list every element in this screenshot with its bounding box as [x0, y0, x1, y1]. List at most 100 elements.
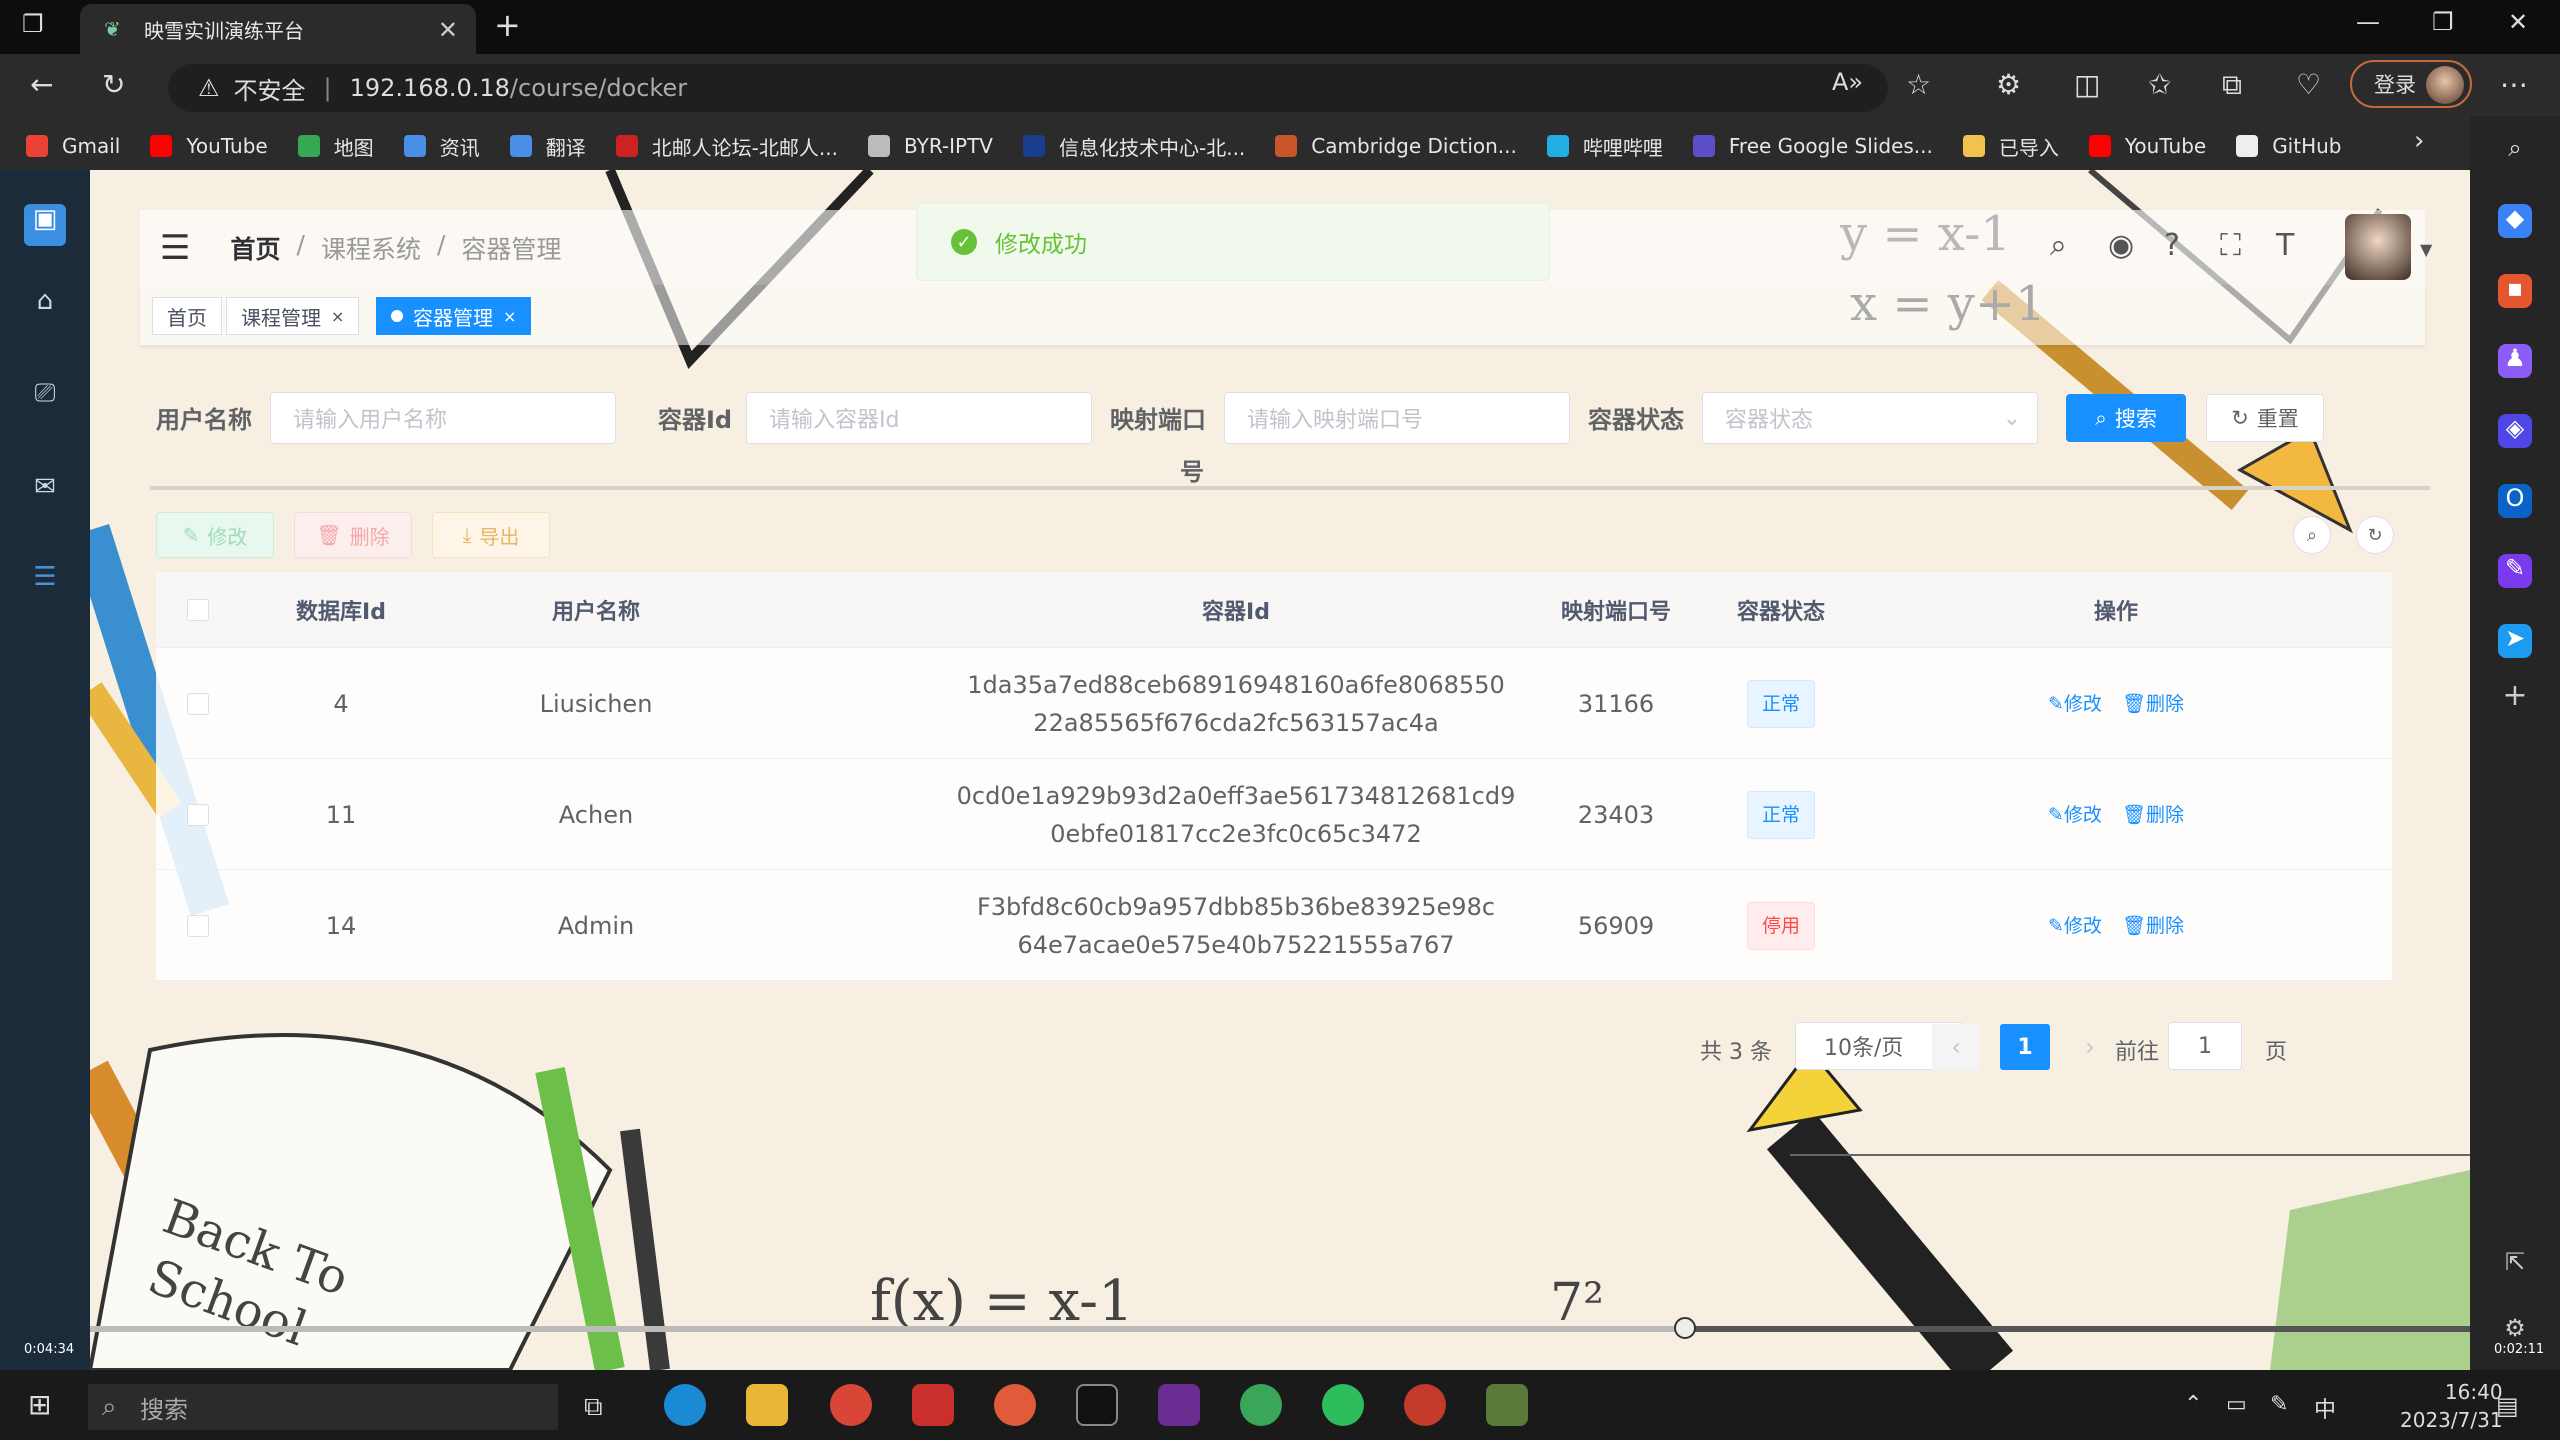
- collections-icon[interactable]: ⧉: [2222, 68, 2242, 102]
- user-avatar[interactable]: [2345, 214, 2411, 280]
- pen-icon[interactable]: ✎: [2270, 1392, 2288, 1417]
- row-delete-link[interactable]: 🗑删除: [2122, 907, 2184, 945]
- tag-container-management[interactable]: 容器管理 ×: [376, 297, 532, 335]
- restore-icon[interactable]: ❐: [2432, 8, 2454, 36]
- bookmark-item[interactable]: Free Google Slides...: [1692, 134, 1933, 158]
- bookmark-item[interactable]: 哔哩哔哩: [1546, 132, 1663, 161]
- browser-tab-active[interactable]: ❦ 映雪实训演练平台 ✕: [80, 4, 476, 54]
- sidebar-search-icon[interactable]: ⌕: [2498, 134, 2532, 168]
- sidebar-toolbox-icon[interactable]: ▪: [2498, 274, 2532, 308]
- bookmarks-overflow-icon[interactable]: ›: [2414, 126, 2424, 156]
- bookmark-item[interactable]: Cambridge Diction...: [1275, 134, 1517, 158]
- sidebar-send-icon[interactable]: ➤: [2498, 624, 2532, 658]
- prev-page-icon[interactable]: ‹: [1932, 1024, 1980, 1070]
- table-row[interactable]: 14 Admin F3bfd8c60cb9a957dbb85b36be83925e9…: [156, 870, 2392, 981]
- tab-actions-icon[interactable]: ❐: [22, 10, 44, 38]
- sidebar-add-icon[interactable]: +: [2498, 678, 2532, 713]
- app-folder-icon[interactable]: [1486, 1384, 1528, 1426]
- bookmark-item[interactable]: 地图: [297, 132, 374, 161]
- sidebar-designer-icon[interactable]: ✎: [2498, 554, 2532, 588]
- taskbar-search-box[interactable]: ⌕ 搜索: [88, 1384, 558, 1430]
- table-row[interactable]: 4 Liusichen 1da35a7ed88ceb68916948160a6fe8…: [156, 648, 2392, 759]
- favorite-star-icon[interactable]: ☆: [1906, 68, 1931, 101]
- select-all-checkbox[interactable]: [176, 572, 220, 648]
- terminal-app-icon[interactable]: [1076, 1384, 1118, 1426]
- bookmark-item[interactable]: Gmail: [26, 134, 120, 158]
- port-input[interactable]: 请输入映射端口号: [1224, 392, 1570, 444]
- monitor-icon[interactable]: ⎚: [24, 378, 66, 420]
- user-name-input[interactable]: 请输入用户名称: [270, 392, 616, 444]
- row-delete-link[interactable]: 🗑删除: [2122, 685, 2184, 723]
- toggle-search-icon[interactable]: ⌕: [2293, 516, 2331, 554]
- fullscreen-icon[interactable]: ⛶: [2220, 228, 2241, 263]
- wechat-app-icon[interactable]: [1322, 1384, 1364, 1426]
- delete-button[interactable]: 🗑 删除: [294, 512, 412, 558]
- font-size-icon[interactable]: T: [2276, 228, 2294, 263]
- read-aloud-icon[interactable]: A»: [1832, 68, 1863, 96]
- chrome-alt-app-icon[interactable]: [1404, 1384, 1446, 1426]
- search-button[interactable]: ⌕ 搜索: [2066, 394, 2186, 442]
- more-menu-icon[interactable]: ⋯: [2500, 68, 2528, 101]
- row-edit-link[interactable]: ✎修改: [2048, 907, 2102, 945]
- mail-icon[interactable]: ✉: [24, 472, 66, 514]
- page-number-current[interactable]: 1: [2000, 1024, 2050, 1070]
- bookmark-item[interactable]: YouTube: [2088, 134, 2206, 158]
- row-checkbox[interactable]: [176, 870, 220, 981]
- reset-button[interactable]: ↻ 重置: [2206, 394, 2324, 442]
- chrome-app-icon[interactable]: [830, 1384, 872, 1426]
- ime-indicator[interactable]: 中: [2314, 1392, 2336, 1424]
- browser-essentials-icon[interactable]: ♡: [2296, 68, 2321, 101]
- goto-page-input[interactable]: 1: [2168, 1022, 2242, 1070]
- header-search-icon[interactable]: ⌕: [2050, 228, 2067, 263]
- breadcrumb-course-system[interactable]: 课程系统: [321, 230, 421, 266]
- bookmark-item[interactable]: YouTube: [150, 134, 268, 158]
- column-container-id[interactable]: 容器Id: [1026, 572, 1446, 648]
- notifications-icon[interactable]: ▤: [2496, 1392, 2519, 1420]
- minimize-icon[interactable]: —: [2356, 8, 2380, 36]
- breadcrumb-home[interactable]: 首页: [230, 230, 280, 266]
- github-icon[interactable]: ◉: [2108, 228, 2134, 263]
- row-checkbox[interactable]: [176, 648, 220, 759]
- bookmark-item[interactable]: 资讯: [403, 132, 480, 161]
- bookmark-item[interactable]: 已导入: [1962, 132, 2059, 161]
- sidebar-outlook-icon[interactable]: O: [2498, 484, 2532, 518]
- app-swirl-icon[interactable]: [994, 1384, 1036, 1426]
- sidebar-games-icon[interactable]: ♟: [2498, 344, 2532, 378]
- edge-app-icon[interactable]: [664, 1384, 706, 1426]
- export-button[interactable]: ⤓ 导出: [432, 512, 550, 558]
- bookmark-item[interactable]: 北邮人论坛-北邮人...: [615, 132, 838, 161]
- windows-start-icon[interactable]: ⊞: [28, 1388, 51, 1421]
- task-view-icon[interactable]: ⧉: [584, 1392, 603, 1423]
- file-explorer-icon[interactable]: [746, 1384, 788, 1426]
- hamburger-menu-icon[interactable]: ☰: [160, 228, 190, 268]
- video-progress-knob[interactable]: [1673, 1317, 1696, 1339]
- container-id-input[interactable]: 请输入容器Id: [746, 392, 1092, 444]
- sidebar-tag-icon[interactable]: ◆: [2498, 204, 2532, 238]
- tag-close-icon[interactable]: ×: [503, 307, 516, 326]
- home-icon[interactable]: ⌂: [24, 286, 66, 328]
- tag-course-management[interactable]: 课程管理 ×: [226, 297, 360, 335]
- list-icon[interactable]: ☰: [24, 562, 66, 604]
- column-port[interactable]: 映射端口号: [1526, 572, 1706, 648]
- bookmark-item[interactable]: GitHub: [2236, 134, 2342, 158]
- favorites-icon[interactable]: ✩: [2148, 68, 2171, 101]
- bookmark-item[interactable]: BYR-IPTV: [867, 134, 993, 158]
- taskbar-clock[interactable]: 16:40 2023/7/31: [2400, 1378, 2503, 1434]
- new-tab-button[interactable]: +: [494, 6, 521, 44]
- reload-icon[interactable]: ↻: [102, 68, 125, 101]
- sidebar-external-icon[interactable]: ⇱: [2498, 1248, 2532, 1282]
- tag-close-icon[interactable]: ×: [331, 307, 344, 326]
- back-icon[interactable]: ←: [30, 68, 53, 101]
- row-edit-link[interactable]: ✎修改: [2048, 685, 2102, 723]
- column-status[interactable]: 容器状态: [1706, 572, 1856, 648]
- row-edit-link[interactable]: ✎修改: [2048, 796, 2102, 834]
- table-row[interactable]: 11 Achen 0cd0e1a929b93d2a0eff3ae5617348126…: [156, 759, 2392, 870]
- bookmark-item[interactable]: 信息化技术中心-北...: [1023, 132, 1245, 161]
- tray-overflow-icon[interactable]: ⌃: [2184, 1392, 2202, 1417]
- app-green-icon[interactable]: [1240, 1384, 1282, 1426]
- next-page-icon[interactable]: ›: [2066, 1024, 2114, 1070]
- address-bar[interactable]: ⚠ 不安全 | 192.168.0.18 /course/docker: [168, 64, 1888, 112]
- close-window-icon[interactable]: ✕: [2508, 8, 2528, 36]
- split-screen-icon[interactable]: ◫: [2074, 68, 2100, 101]
- bookmark-item[interactable]: 翻译: [509, 132, 586, 161]
